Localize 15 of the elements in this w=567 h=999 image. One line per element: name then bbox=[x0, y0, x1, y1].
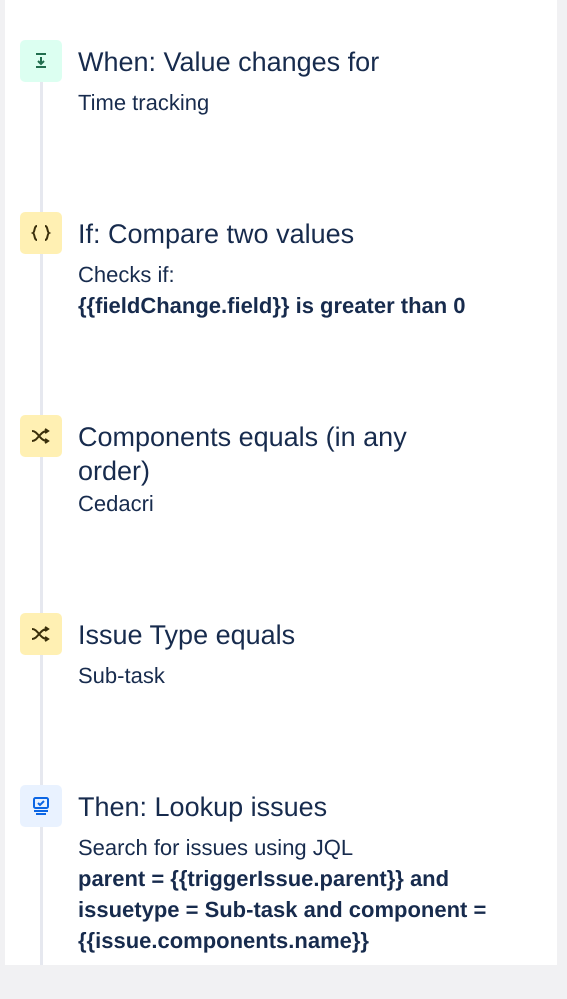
download-icon bbox=[20, 40, 62, 82]
monitor-icon bbox=[20, 785, 62, 827]
step-title: Issue Type equals bbox=[78, 619, 296, 652]
step-detail: Cedacri bbox=[78, 490, 155, 518]
step-title: When: Value changes for bbox=[78, 46, 380, 79]
step-title: If: Compare two values bbox=[78, 218, 356, 251]
shuffle-icon bbox=[20, 613, 62, 655]
step-detail: Search for issues using JQL parent = {{triggerIssue.parent}} and issuetype = Sub-task and component = {{issue.components.name}} bbox=[78, 834, 488, 955]
step-detail: Time tracking bbox=[78, 89, 210, 117]
shuffle-icon bbox=[20, 415, 62, 457]
step-title: Components equals (in any order) bbox=[78, 421, 408, 488]
braces-icon bbox=[20, 212, 62, 254]
step-detail: Sub-task bbox=[78, 662, 166, 690]
step-title: Then: Lookup issues bbox=[78, 791, 328, 824]
step-detail: Checks if: {{fieldChange.field}} is greater than 0 bbox=[78, 261, 466, 320]
